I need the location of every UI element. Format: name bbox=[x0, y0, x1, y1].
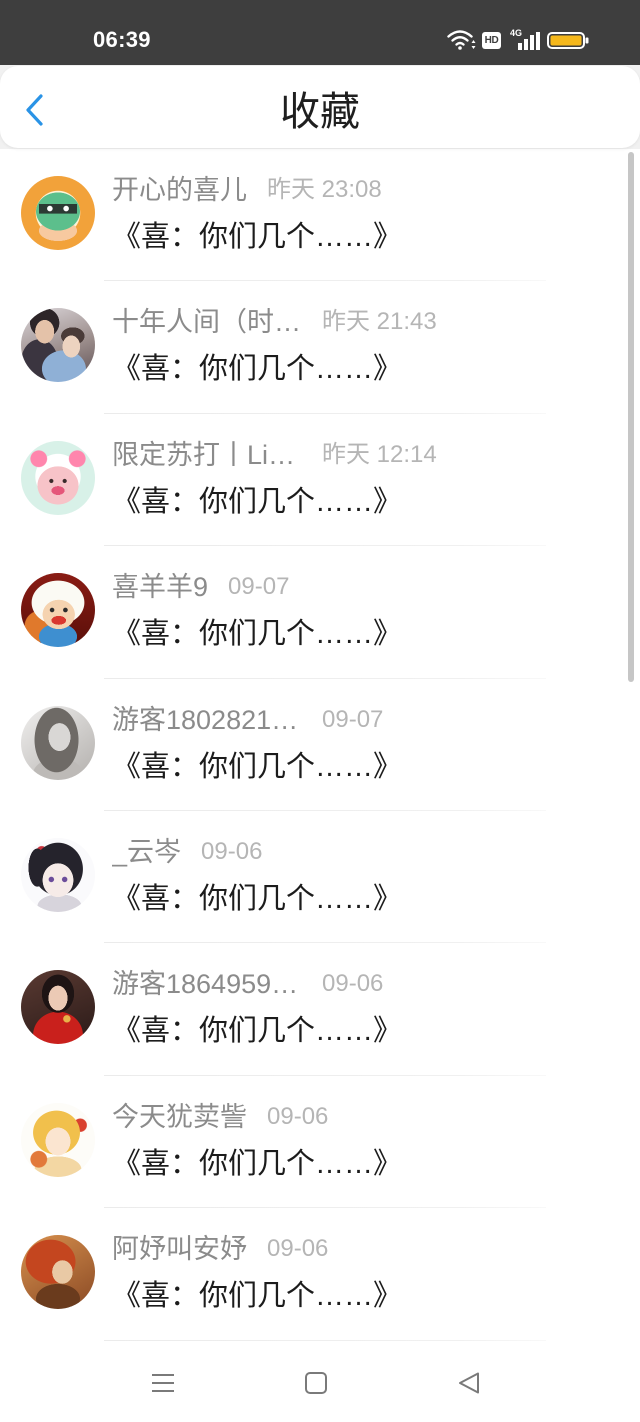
timestamp: 09-07 bbox=[322, 705, 384, 733]
message-preview: 《喜：你们几个……》 bbox=[112, 485, 403, 518]
back-triangle-icon bbox=[459, 1372, 479, 1394]
timestamp: 昨天 23:08 bbox=[267, 176, 382, 203]
favorite-item[interactable]: 阿妤叫安妤 09-06 《喜：你们几个……》 bbox=[0, 1208, 640, 1341]
item-header: 阿妤叫安妤 09-06 bbox=[112, 1230, 328, 1268]
timestamp: 09-07 bbox=[228, 573, 290, 601]
scrollbar[interactable] bbox=[628, 152, 634, 682]
menu-button[interactable] bbox=[135, 1361, 191, 1405]
timestamp: 09-06 bbox=[267, 1102, 329, 1130]
favorite-item[interactable]: 限定苏打丨Li… 昨天 12:14 《喜：你们几个……》 bbox=[0, 414, 640, 547]
status-time: 06:39 bbox=[93, 27, 151, 52]
system-back-button[interactable] bbox=[441, 1361, 497, 1405]
timestamp: 昨天 12:14 bbox=[322, 440, 437, 468]
item-header: 今天犹荬訾 09-06 bbox=[112, 1098, 328, 1136]
battery-icon bbox=[547, 32, 589, 49]
avatar[interactable] bbox=[21, 1235, 95, 1310]
signal-icon bbox=[518, 32, 540, 50]
item-header: 十年人间（时… 昨天 21:43 bbox=[112, 303, 437, 341]
sender-name: 今天犹荬訾 bbox=[112, 1101, 247, 1132]
status-bar: 06:39 HD 4G bbox=[0, 0, 640, 65]
divider bbox=[104, 1339, 546, 1341]
sender-name: 游客1802821… bbox=[112, 704, 299, 735]
favorite-item[interactable]: 今天犹荬訾 09-06 《喜：你们几个……》 bbox=[0, 1076, 640, 1209]
sender-name: 阿妤叫安妤 bbox=[112, 1234, 247, 1265]
item-header: 限定苏打丨Li… 昨天 12:14 bbox=[112, 436, 437, 474]
header: 收藏 bbox=[0, 66, 640, 148]
item-header: 游客1802821… 09-07 bbox=[112, 701, 383, 739]
timestamp: 昨天 21:43 bbox=[322, 308, 437, 336]
favorite-item[interactable]: 开心的喜儿 昨天 23:08 《喜：你们几个……》 bbox=[0, 149, 640, 282]
message-preview: 《喜：你们几个……》 bbox=[112, 1015, 403, 1048]
favorite-item[interactable]: 游客1864959… 09-06 《喜：你们几个……》 bbox=[0, 943, 640, 1076]
favorite-item[interactable]: 十年人间（时… 昨天 21:43 《喜：你们几个……》 bbox=[0, 281, 640, 414]
timestamp: 09-06 bbox=[201, 837, 263, 865]
message-preview: 《喜：你们几个……》 bbox=[112, 1147, 403, 1180]
message-preview: 《喜：你们几个……》 bbox=[112, 1280, 403, 1313]
avatar[interactable] bbox=[21, 970, 95, 1045]
item-header: 开心的喜儿 昨天 23:08 bbox=[112, 171, 382, 209]
avatar[interactable] bbox=[21, 308, 95, 383]
message-preview: 《喜：你们几个……》 bbox=[112, 353, 403, 386]
home-button[interactable] bbox=[288, 1361, 344, 1405]
system-nav-bar bbox=[0, 1345, 640, 1422]
message-preview: 《喜：你们几个……》 bbox=[112, 750, 403, 783]
timestamp: 09-06 bbox=[267, 1235, 329, 1263]
avatar[interactable] bbox=[21, 440, 95, 515]
avatar[interactable] bbox=[21, 176, 95, 250]
message-preview: 《喜：你们几个……》 bbox=[112, 221, 403, 253]
sender-name: 限定苏打丨Li… bbox=[112, 439, 296, 470]
timestamp: 09-06 bbox=[322, 970, 384, 998]
item-header: 游客1864959… 09-06 bbox=[112, 965, 383, 1003]
item-header: 喜羊羊9 09-07 bbox=[112, 568, 289, 606]
item-header: _云岑 09-06 bbox=[112, 833, 262, 871]
wifi-icon bbox=[447, 30, 476, 50]
favorite-item[interactable]: 游客1802821… 09-07 《喜：你们几个……》 bbox=[0, 679, 640, 811]
page-title: 收藏 bbox=[280, 90, 360, 134]
avatar[interactable] bbox=[21, 573, 95, 648]
sender-name: 游客1864959… bbox=[112, 969, 299, 1000]
sender-name: _云岑 bbox=[112, 836, 182, 867]
message-preview: 《喜：你们几个……》 bbox=[112, 618, 403, 651]
favorites-list: 开心的喜儿 昨天 23:08 《喜：你们几个……》 十年人间（时… 昨天 21:… bbox=[0, 149, 640, 1341]
header-wrapper: 收藏 bbox=[0, 65, 640, 149]
favorite-item[interactable]: _云岑 09-06 《喜：你们几个……》 bbox=[0, 811, 640, 944]
hd-badge: HD bbox=[482, 32, 501, 49]
favorite-item[interactable]: 喜羊羊9 09-07 《喜：你们几个……》 bbox=[0, 546, 640, 679]
sender-name: 喜羊羊9 bbox=[112, 572, 209, 603]
sender-name: 十年人间（时… bbox=[112, 307, 301, 338]
avatar[interactable] bbox=[21, 837, 95, 912]
screen: 06:39 HD 4G 收藏 开心的喜儿 昨天 23:08 《喜：你们几个……》… bbox=[0, 0, 640, 1422]
avatar[interactable] bbox=[21, 1102, 95, 1177]
menu-icon bbox=[152, 1374, 174, 1392]
home-square-icon bbox=[305, 1372, 327, 1394]
avatar[interactable] bbox=[21, 705, 95, 780]
sender-name: 开心的喜儿 bbox=[112, 175, 247, 205]
message-preview: 《喜：你们几个……》 bbox=[112, 882, 403, 915]
